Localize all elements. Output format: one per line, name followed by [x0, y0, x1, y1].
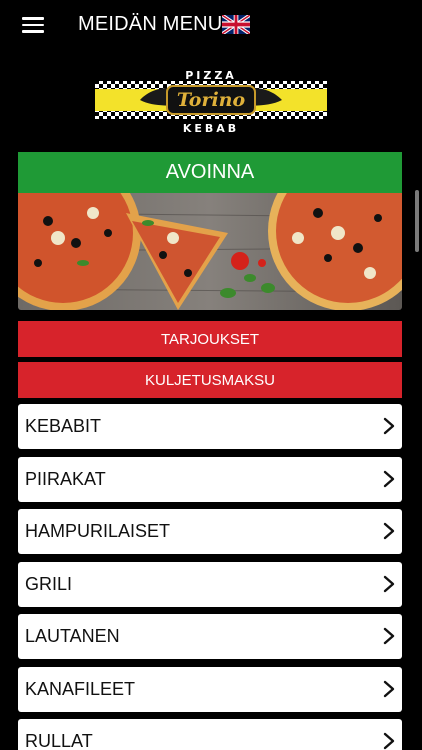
- category-item-kebabit[interactable]: KEBABIT: [18, 404, 402, 449]
- chevron-right-icon: [383, 732, 395, 750]
- top-bar: MEIDÄN MENU: [0, 0, 422, 52]
- hamburger-menu-icon[interactable]: [22, 17, 44, 33]
- category-label: KANAFILEET: [25, 678, 136, 699]
- chevron-right-icon: [383, 470, 395, 487]
- delivery-fee-button[interactable]: KULJETUSMAKSU: [18, 362, 402, 398]
- logo-top-text: PIZZA: [185, 69, 237, 82]
- category-item-hampurilaiset[interactable]: HAMPURILAISET: [18, 509, 402, 554]
- category-label: LAUTANEN: [25, 626, 120, 646]
- logo-bottom-text: KEBAB: [183, 122, 239, 135]
- category-item-lautanen[interactable]: LAUTANEN: [18, 614, 402, 659]
- chevron-right-icon: [383, 680, 395, 697]
- chevron-right-icon: [383, 417, 395, 435]
- open-status-banner: AVOINNA: [18, 152, 402, 193]
- category-list: KEBABIT PIIRAKAT HAMPURILAISET GRILI LAU…: [18, 404, 402, 750]
- category-item-piirakat[interactable]: PIIRAKAT: [18, 456, 402, 502]
- offers-button[interactable]: TARJOUKSET: [18, 321, 402, 357]
- category-item-kanafileet[interactable]: KANAFILEET: [18, 666, 402, 712]
- category-label: RULLAT: [25, 731, 93, 750]
- pizza-photo: [18, 193, 402, 310]
- category-item-grili[interactable]: GRILI: [18, 561, 402, 607]
- chevron-right-icon: [383, 575, 395, 592]
- category-item-rullat[interactable]: RULLAT: [18, 719, 402, 750]
- scrollbar[interactable]: [415, 190, 419, 252]
- uk-flag-icon[interactable]: [222, 15, 250, 34]
- category-label: PIIRAKAT: [25, 468, 106, 489]
- category-label: HAMPURILAISET: [25, 521, 171, 541]
- category-label: KEBABIT: [25, 416, 102, 436]
- page-title: MEIDÄN MENU: [78, 13, 223, 35]
- chevron-right-icon: [383, 627, 395, 645]
- chevron-right-icon: [383, 522, 395, 540]
- logo-brand-text: Torino: [177, 89, 246, 111]
- category-label: GRILI: [25, 573, 73, 594]
- pizza-torino-kebab-logo: Torino PIZZA KEBAB: [95, 69, 327, 135]
